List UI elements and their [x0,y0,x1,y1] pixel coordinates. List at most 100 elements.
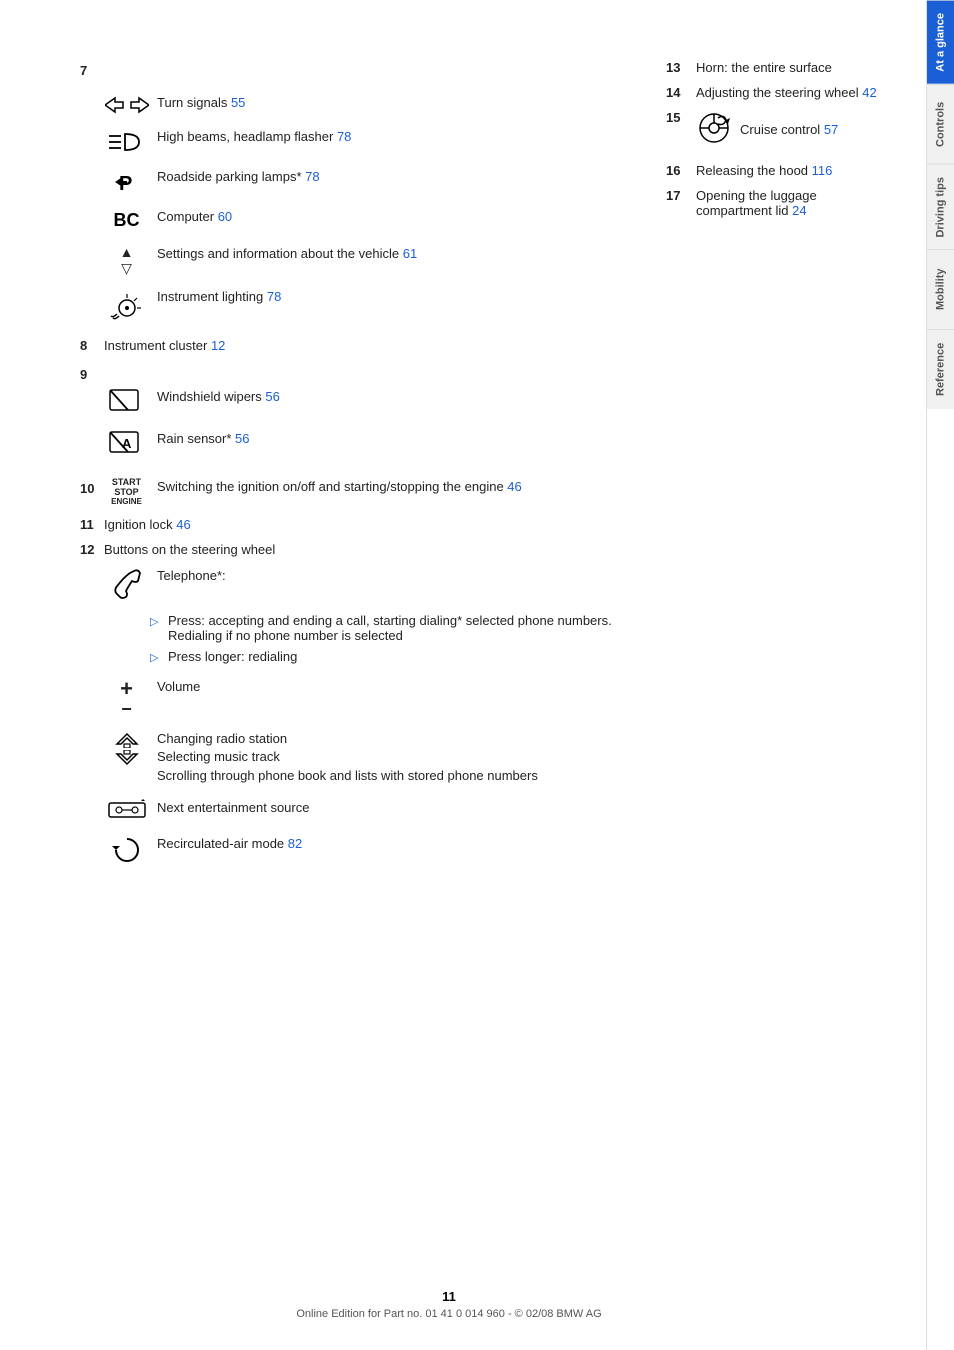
item-recirculated-text: Recirculated-air mode 82 [157,835,636,853]
cruise-control-icon [696,110,732,149]
plus-symbol: + [120,678,133,700]
item-high-beams: High beams, headlamp flasher 78 [104,128,636,156]
right-column: 13 Horn: the entire surface 14 Adjusting… [666,60,886,883]
high-beams-icon [104,128,149,156]
item-number-17: 17 [666,188,696,203]
item-settings: ▲ ▽ Settings and information about the v… [104,245,636,276]
parking-lamps-icon: P [104,168,149,196]
settings-triangles-icon: ▲ ▽ [104,245,149,276]
instrument-lighting-page[interactable]: 78 [267,289,281,304]
item-8-text: Instrument cluster 12 [104,338,225,353]
item-windshield-wipers: Windshield wipers 56 [104,388,636,418]
item-computer: BC Computer 60 [104,208,636,233]
copyright-text: Online Edition for Part no. 01 41 0 014 … [296,1308,601,1320]
item-8-page[interactable]: 12 [211,338,225,353]
main-content: 7 Turn signals 55 [0,0,926,1350]
tab-reference[interactable]: Reference [927,329,954,409]
item-14: 14 Adjusting the steering wheel 42 [666,85,886,100]
tab-at-a-glance[interactable]: At a glance [927,0,954,84]
svg-text:A: A [122,436,132,451]
item-turn-signals-text: Turn signals 55 [157,94,636,112]
item-11: 11 Ignition lock 46 [80,517,636,532]
item-telephone-label: Telephone*: [157,567,636,585]
item-15-page[interactable]: 57 [824,122,838,137]
item-number-7: 7 [80,62,104,80]
tab-driving-tips[interactable]: Driving tips [927,164,954,250]
item-number-14: 14 [666,85,696,100]
item-12-header: 12 Buttons on the steering wheel [80,542,636,557]
tab-mobility-label: Mobility [935,269,947,311]
item-16-page[interactable]: 116 [812,163,833,178]
tab-mobility[interactable]: Mobility [927,249,954,329]
scroll-arrows [113,730,141,768]
telephone-bullet-1-text: Press: accepting and ending a call, star… [168,613,636,643]
start-stop-icon: START STOP ENGINE [104,478,149,507]
item-entertainment: Next entertainment source [104,799,636,821]
item-14-page[interactable]: 42 [862,85,876,100]
item-settings-text: Settings and information about the vehic… [157,245,636,263]
item-17-page[interactable]: 24 [792,203,806,218]
item-10-page[interactable]: 46 [507,479,521,494]
telephone-bullet-2-text: Press longer: redialing [168,649,297,664]
page-container: 7 Turn signals 55 [0,0,954,1350]
minus-symbol: − [121,702,132,716]
recirculated-page[interactable]: 82 [288,836,302,851]
windshield-wipers-icon [104,388,149,418]
item-11-page[interactable]: 46 [176,517,190,532]
scroll-icon [104,730,149,768]
telephone-bullets: ▷ Press: accepting and ending a call, st… [150,613,636,664]
entertainment-source-icon [104,799,149,821]
telephone-bullet-2: ▷ Press longer: redialing [150,649,636,664]
item-17: 17 Opening the luggage compartment lid 2… [666,188,886,218]
rain-sensor-page[interactable]: 56 [235,431,249,446]
start-stop-text: START STOP ENGINE [111,478,142,507]
triangle-container: ▲ ▽ [120,245,134,276]
svg-text:P: P [119,173,132,195]
item-entertainment-text: Next entertainment source [157,799,636,817]
item-14-text: Adjusting the steering wheel 42 [696,85,877,100]
item-10: 10 START STOP ENGINE Switching the ignit… [80,478,636,507]
triangle-down: ▽ [121,261,132,276]
item-11-text: Ignition lock 46 [104,517,191,532]
bc-symbol: BC [114,208,140,233]
settings-page[interactable]: 61 [403,246,417,261]
page-footer: 11 Online Edition for Part no. 01 41 0 0… [0,1289,898,1320]
telephone-icon [104,567,149,603]
content-columns: 7 Turn signals 55 [80,60,886,883]
turn-signals-page[interactable]: 55 [231,95,245,110]
arrow-icon-2: ▷ [150,651,162,664]
item-rain-sensor-text: Rain sensor* 56 [157,430,636,448]
item-number-15: 15 [666,110,696,125]
item-13: 13 Horn: the entire surface [666,60,886,75]
tab-controls[interactable]: Controls [927,84,954,164]
item-telephone: Telephone*: [104,567,636,603]
item-instrument-lighting-text: Instrument lighting 78 [157,288,636,306]
item-number-12: 12 [80,542,104,557]
sidebar-tabs: At a glance Controls Driving tips Mobili… [926,0,954,1350]
high-beams-page[interactable]: 78 [337,129,351,144]
item-number-8: 8 [80,338,104,353]
item-instrument-lighting: Instrument lighting 78 [104,288,636,320]
tab-at-a-glance-label: At a glance [935,13,947,72]
item-9-header: 9 [80,367,636,382]
volume-plusminus: + − [120,678,133,716]
item-volume-text: Volume [157,678,636,696]
tab-reference-label: Reference [935,343,947,396]
arrow-icon-1: ▷ [150,615,162,628]
parking-lamps-page[interactable]: 78 [305,169,319,184]
item-number-9: 9 [80,367,104,382]
telephone-bullet-1: ▷ Press: accepting and ending a call, st… [150,613,636,643]
computer-page[interactable]: 60 [218,209,232,224]
turn-signals-icon [104,94,149,116]
item-13-text: Horn: the entire surface [696,60,832,75]
item-number-13: 13 [666,60,696,75]
item-number-10: 10 [80,480,104,498]
item-number-16: 16 [666,163,696,178]
volume-icon: + − [104,678,149,716]
page-number: 11 [0,1289,898,1304]
triangle-up: ▲ [120,245,134,260]
item-turn-signals: Turn signals 55 [104,94,636,116]
windshield-wipers-page[interactable]: 56 [265,389,279,404]
item-parking-lamps: P Roadside parking lamps* 78 [104,168,636,196]
bc-icon: BC [104,208,149,233]
